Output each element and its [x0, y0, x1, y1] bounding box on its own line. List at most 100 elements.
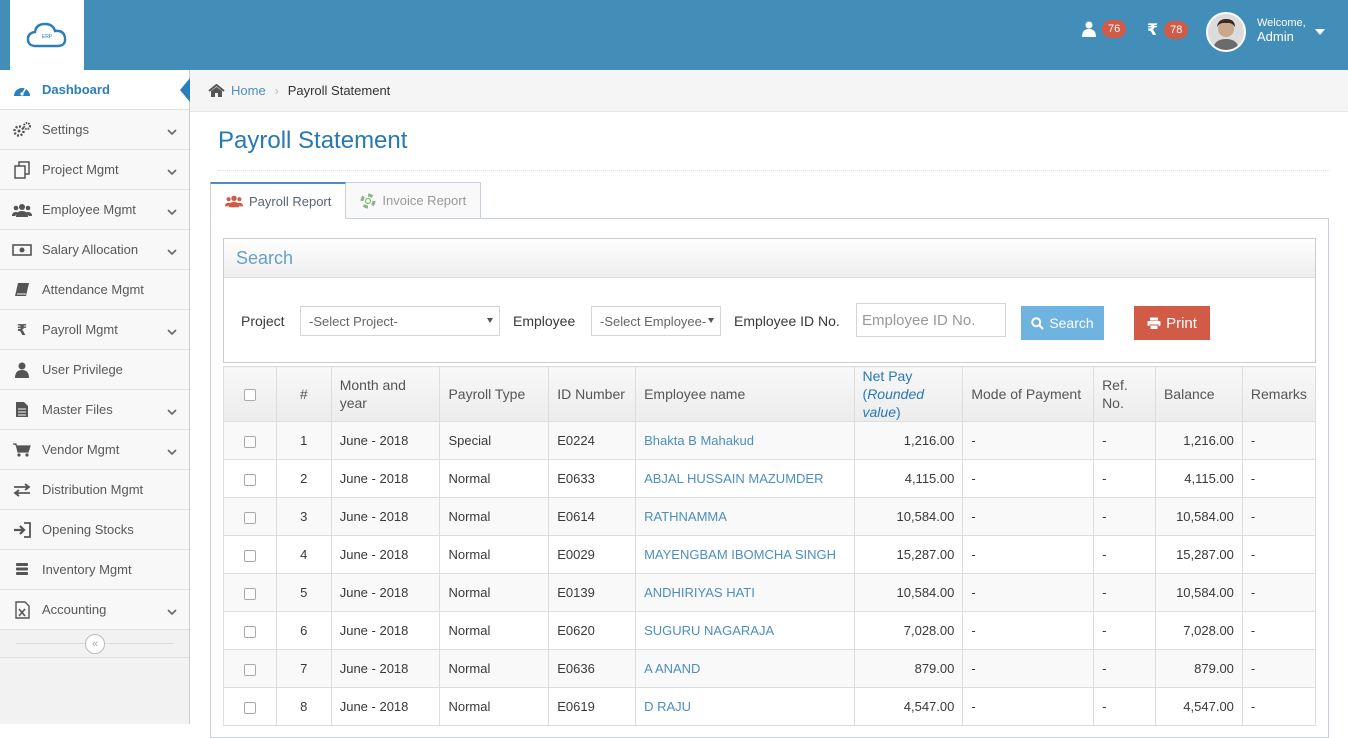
row-checkbox[interactable]	[243, 701, 256, 714]
employee-name-link[interactable]: MAYENGBAM IBOMCHA SINGH	[635, 535, 855, 574]
caret-down-icon	[708, 318, 714, 323]
sidebar-item-dashboard[interactable]: Dashboard	[0, 70, 190, 110]
sidebar-item-opening-stocks[interactable]: Opening Stocks	[0, 510, 189, 550]
employee-id-input[interactable]: Employee ID No.	[856, 303, 1006, 337]
app-logo[interactable]: ERP	[10, 0, 84, 70]
sidebar-item-settings[interactable]: Settings	[0, 110, 189, 150]
cell-balance: 7,028.00	[1154, 611, 1243, 650]
cell-number: 5	[275, 573, 332, 612]
column-header-mode-of-payment[interactable]: Mode of Payment	[962, 366, 1095, 422]
sidebar-item-payroll-mgmt[interactable]: ₹ Payroll Mgmt	[0, 310, 189, 350]
employee-select-value: -Select Employee-	[600, 313, 707, 329]
cell-mode-of-payment: -	[962, 687, 1095, 726]
column-header-remarks[interactable]: Remarks	[1241, 366, 1317, 422]
search-panel: Search Project -Select Project- Employee…	[223, 238, 1316, 363]
column-header-balance[interactable]: Balance	[1154, 366, 1243, 422]
money-icon	[12, 240, 32, 260]
top-navbar: ERP 76 ₹ 78 Welcome, Admin	[0, 0, 1348, 70]
net-pay-note: (Rounded value)	[862, 386, 925, 420]
employee-name-link[interactable]: D RAJU	[635, 687, 855, 726]
column-header-number[interactable]: #	[275, 366, 332, 422]
cell-mode-of-payment: -	[962, 573, 1095, 612]
chevron-down-icon	[167, 404, 177, 419]
search-button[interactable]: Search	[1021, 306, 1104, 340]
employee-select[interactable]: -Select Employee-	[591, 306, 721, 336]
select-all-checkbox[interactable]	[243, 389, 256, 402]
rupee-icon: ₹	[16, 321, 28, 339]
row-checkbox[interactable]	[243, 587, 256, 600]
row-checkbox-cell	[223, 459, 277, 498]
cell-payroll-type: Normal	[439, 535, 550, 574]
row-checkbox[interactable]	[243, 473, 256, 486]
sidebar-item-salary-allocation[interactable]: Salary Allocation	[0, 230, 189, 270]
cell-id-number: E0029	[548, 535, 637, 574]
breadcrumb-home-link[interactable]: Home	[231, 83, 266, 98]
chevron-down-icon	[167, 604, 177, 619]
chevron-right-icon: ›	[274, 83, 279, 98]
tab-payroll-report[interactable]: Payroll Report	[210, 182, 347, 219]
sidebar-item-user-privilege[interactable]: User Privilege	[0, 350, 189, 390]
employee-name-link[interactable]: A ANAND	[635, 649, 855, 688]
chevron-down-icon	[167, 244, 177, 259]
sidebar-item-vendor-mgmt[interactable]: Vendor Mgmt	[0, 430, 189, 470]
payments-notification[interactable]: ₹ 78	[1147, 20, 1189, 40]
sidebar-item-label: Distribution Mgmt	[42, 482, 144, 497]
employee-name-link[interactable]: SUGURU NAGARAJA	[635, 611, 855, 650]
row-checkbox[interactable]	[243, 663, 256, 676]
column-header-payroll-type[interactable]: Payroll Type	[439, 366, 550, 422]
column-header-ref-no[interactable]: Ref. No.	[1093, 366, 1156, 422]
sidebar-item-master-files[interactable]: Master Files	[0, 390, 189, 430]
column-header-id-number[interactable]: ID Number	[548, 366, 637, 422]
cell-net-pay: 15,287.00	[853, 535, 964, 574]
sidebar-item-inventory-mgmt[interactable]: Inventory Mgmt	[0, 550, 189, 590]
database-icon	[12, 560, 32, 580]
cell-ref-no: -	[1093, 535, 1156, 574]
cell-number: 8	[275, 687, 332, 726]
double-angle-left-icon[interactable]: «	[85, 634, 105, 654]
life-ring-icon	[360, 193, 376, 209]
users-notification[interactable]: 76	[1082, 20, 1127, 38]
row-checkbox[interactable]	[243, 435, 256, 448]
sidebar-item-label: Inventory Mgmt	[42, 562, 132, 577]
divider	[218, 170, 1330, 171]
row-checkbox[interactable]	[243, 625, 256, 638]
cell-mode-of-payment: -	[962, 649, 1095, 688]
cell-month: June - 2018	[330, 459, 441, 498]
cell-remarks: -	[1241, 459, 1317, 498]
chevron-down-icon	[167, 204, 177, 219]
employee-name-link[interactable]: Bhakta B Mahakud	[635, 421, 855, 460]
sidebar-item-employee-mgmt[interactable]: Employee Mgmt	[0, 190, 189, 230]
tab-invoice-report[interactable]: Invoice Report	[345, 182, 482, 219]
avatar[interactable]	[1206, 12, 1246, 52]
breadcrumb-current: Payroll Statement	[287, 83, 391, 98]
sidebar-item-project-mgmt[interactable]: Project Mgmt	[0, 150, 189, 190]
column-header-month[interactable]: Month and year	[330, 366, 441, 422]
user-name: Admin	[1257, 29, 1294, 44]
row-checkbox[interactable]	[243, 511, 256, 524]
column-header-employee-name[interactable]: Employee name	[635, 366, 855, 422]
column-header-net-pay[interactable]: Net Pay (Rounded value)	[853, 366, 964, 422]
row-checkbox[interactable]	[243, 549, 256, 562]
employee-name-link[interactable]: ANDHIRIYAS HATI	[635, 573, 855, 612]
logo-text: ERP	[42, 34, 53, 40]
table-row: 1 June - 2018 Special E0224 Bhakta B Mahakud…	[223, 421, 1317, 460]
print-button-label: Print	[1166, 314, 1197, 332]
cell-payroll-type: Normal	[439, 459, 550, 498]
caret-down-icon[interactable]	[1315, 29, 1325, 35]
project-select[interactable]: -Select Project-	[300, 306, 500, 336]
sidebar-item-label: Master Files	[42, 402, 113, 417]
sidebar-item-attendance-mgmt[interactable]: Attendance Mgmt	[0, 270, 189, 310]
employee-name-link[interactable]: RATHNAMMA	[635, 497, 855, 536]
file-text-icon	[12, 400, 32, 420]
sidebar-item-label: Accounting	[42, 602, 107, 617]
cell-payroll-type: Normal	[439, 649, 550, 688]
print-button[interactable]: Print	[1134, 306, 1210, 340]
avatar-photo-icon	[1208, 14, 1244, 50]
sidebar-item-accounting[interactable]: Accounting	[0, 590, 189, 630]
user-menu[interactable]: Welcome, Admin	[1257, 16, 1306, 44]
sidebar-item-distribution-mgmt[interactable]: Distribution Mgmt	[0, 470, 189, 510]
row-checkbox-cell	[223, 573, 277, 612]
cell-ref-no: -	[1093, 649, 1156, 688]
employee-name-link[interactable]: ABJAL HUSSAIN MAZUMDER	[635, 459, 855, 498]
cell-remarks: -	[1241, 573, 1317, 612]
